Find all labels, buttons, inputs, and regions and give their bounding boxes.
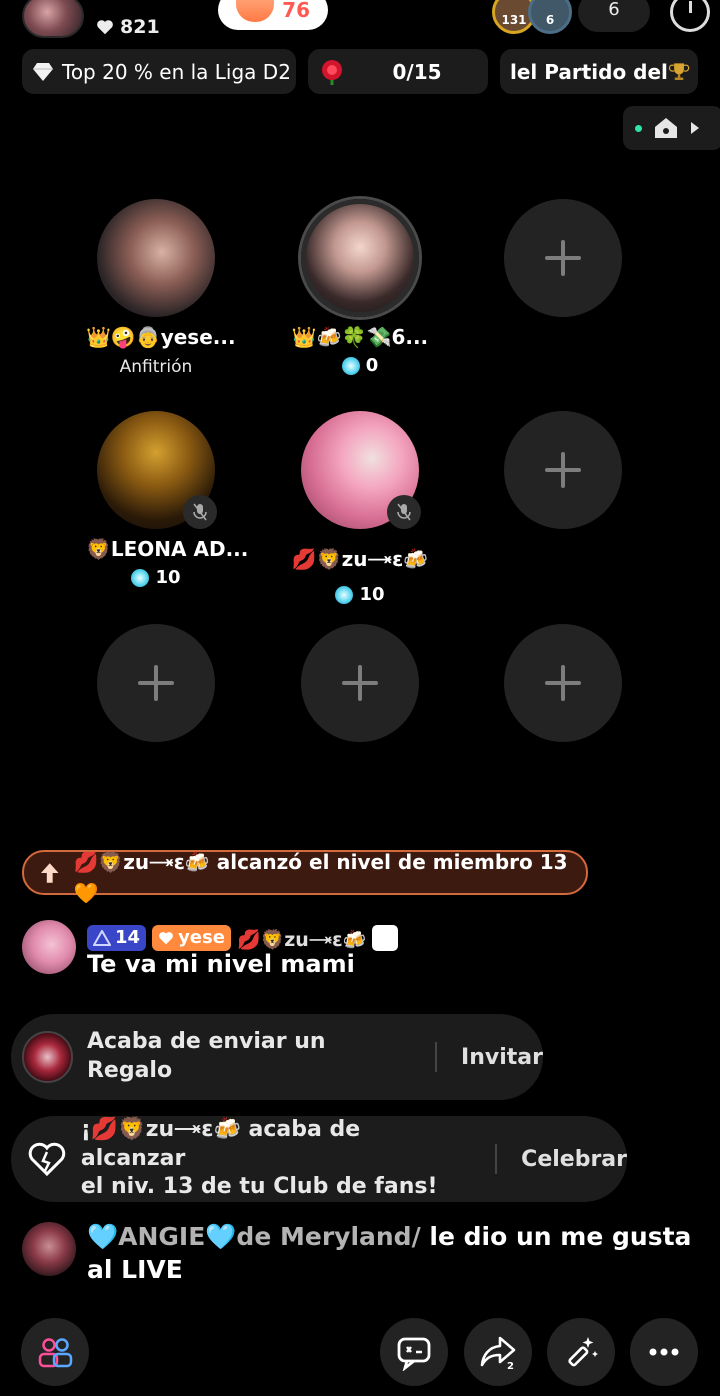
- rose-icon: [322, 59, 342, 85]
- share-arrow-icon: 2: [480, 1336, 516, 1371]
- gem-icon: [131, 568, 150, 587]
- gift-notification: Acaba de enviar un Regalo Invitar: [11, 1014, 543, 1100]
- play-arrow-icon[interactable]: [690, 121, 700, 135]
- empty-seat[interactable]: [504, 411, 622, 529]
- viewer-count[interactable]: 6: [578, 0, 650, 32]
- home-icon[interactable]: [654, 117, 678, 139]
- seat-name: 👑🤪👵yese...: [86, 325, 236, 349]
- seat-empty[interactable]: [493, 624, 633, 742]
- heart-score: 76: [282, 0, 310, 22]
- power-icon[interactable]: [670, 0, 710, 32]
- live-room-screen: 821 76 131 6 6 Top 20 % en la Liga D2 0/…: [0, 0, 720, 1396]
- plus-icon: [545, 665, 581, 701]
- orange-heart-icon: [236, 0, 274, 22]
- invite-button[interactable]: Invitar: [461, 1045, 543, 1070]
- seat-gems: 10: [86, 567, 226, 588]
- gift-avatar: [22, 1031, 73, 1083]
- seat-name: 👑🍻🍀💸6...: [291, 325, 429, 349]
- seat-empty[interactable]: [290, 624, 430, 742]
- guests-button[interactable]: [21, 1318, 89, 1386]
- share-button[interactable]: 2: [464, 1318, 532, 1386]
- like-avatar[interactable]: [22, 1222, 76, 1276]
- viewer-avatar[interactable]: 6: [528, 0, 572, 34]
- seat-gems: 10: [290, 584, 430, 605]
- chat-bubble-icon: [397, 1337, 431, 1371]
- gift-text: Acaba de enviar un Regalo: [86, 1029, 326, 1083]
- seat-role: Anfitrión: [119, 357, 193, 377]
- host-avatar[interactable]: [22, 0, 84, 38]
- seat-name: 💋🦁zu🝐ɛ🍻: [291, 547, 429, 571]
- heart-score-pill[interactable]: 76: [218, 0, 328, 30]
- chat-avatar[interactable]: [22, 920, 76, 974]
- divider: [435, 1042, 438, 1072]
- like-username[interactable]: 🩵ANGIE🩵de Meryland/: [87, 1222, 421, 1251]
- level-up-banner: 💋🦁zu🝐ɛ🍻 alcanzó el nivel de miembro 13 🧡: [22, 850, 588, 905]
- seat-guest-1[interactable]: 👑🍻🍀💸6... 0: [290, 199, 430, 376]
- fan-club-text: ¡💋🦁zu🝐ɛ🍻 acaba de alcanzar el niv. 13 de…: [80, 1117, 438, 1200]
- guest-seat-avatar[interactable]: [97, 411, 217, 529]
- host-seat-avatar[interactable]: [97, 199, 215, 317]
- trophy-icon: [668, 62, 690, 80]
- seat-guest-2[interactable]: 🦁LEONA AD... 10: [86, 411, 249, 588]
- mic-muted-icon: [183, 495, 217, 529]
- more-button[interactable]: [630, 1318, 698, 1386]
- level-up-text: 💋🦁zu🝐ɛ🍻 alcanzó el nivel de miembro 13 🧡: [73, 850, 568, 905]
- people-icon: [38, 1338, 73, 1368]
- arrow-up-icon: [40, 862, 59, 883]
- empty-seat[interactable]: [504, 624, 622, 742]
- badge-row: Top 20 % en la Liga D2 0/15 lel Partido …: [22, 49, 698, 94]
- empty-seat[interactable]: [97, 624, 215, 742]
- diamond-icon: [33, 62, 53, 81]
- effects-button[interactable]: [547, 1318, 615, 1386]
- league-badge[interactable]: Top 20 % en la Liga D2: [22, 49, 296, 94]
- divider: [495, 1144, 498, 1174]
- heart-outline-icon: [28, 1142, 66, 1177]
- match-text: lel Partido del: [510, 59, 668, 84]
- fan-club-tag: yese: [152, 924, 231, 951]
- seat-guest-3[interactable]: 💋🦁zu🝐ɛ🍻 10: [290, 411, 430, 605]
- host-info[interactable]: 821: [22, 0, 160, 38]
- seat-empty[interactable]: [86, 624, 226, 742]
- seat-empty[interactable]: [493, 411, 633, 529]
- seat-gems: 0: [290, 355, 430, 376]
- match-badge[interactable]: lel Partido del: [500, 49, 698, 94]
- level-tag: 14: [87, 924, 147, 951]
- viewers-area[interactable]: 131 6 6: [492, 0, 710, 34]
- seat-host[interactable]: 👑🤪👵yese... Anfitrión: [86, 199, 236, 377]
- rose-goal-badge[interactable]: 0/15: [308, 49, 488, 94]
- plus-icon: [342, 665, 378, 701]
- group-icon: [372, 924, 399, 951]
- plus-icon: [545, 240, 581, 276]
- guest-seat-avatar[interactable]: [301, 199, 419, 317]
- plus-icon: [545, 452, 581, 488]
- gem-icon: [341, 356, 360, 375]
- guest-seat-avatar[interactable]: [301, 411, 421, 529]
- more-dots-icon: [649, 1348, 679, 1356]
- empty-seat[interactable]: [504, 199, 622, 317]
- league-text: Top 20 % en la Liga D2: [62, 59, 291, 84]
- plus-icon: [138, 665, 174, 701]
- celebrate-button[interactable]: Celebrar: [521, 1147, 627, 1172]
- level-icon: [93, 929, 111, 946]
- bottom-toolbar: 2: [0, 1318, 720, 1388]
- gem-icon: [335, 585, 354, 604]
- chat-text: Te va mi nivel mami: [87, 950, 355, 978]
- status-dot: [635, 124, 642, 132]
- seat-name: 🦁LEONA AD...: [86, 537, 249, 561]
- mic-muted-icon: [387, 495, 421, 529]
- share-count: 2: [507, 1361, 514, 1371]
- likes-count: 821: [120, 16, 160, 38]
- heart-icon: [97, 20, 113, 35]
- seat-empty[interactable]: [493, 199, 633, 317]
- comment-button[interactable]: [380, 1318, 448, 1386]
- magic-wand-icon: [568, 1337, 598, 1367]
- empty-seat[interactable]: [301, 624, 419, 742]
- rose-progress: 0/15: [392, 59, 442, 84]
- mini-controls[interactable]: [623, 106, 720, 150]
- like-text: 🩵ANGIE🩵de Meryland/ le dio un me gusta a…: [87, 1222, 692, 1284]
- fan-heart-icon: [159, 931, 173, 944]
- host-likes: 821: [96, 16, 160, 38]
- fan-club-notification: ¡💋🦁zu🝐ɛ🍻 acaba de alcanzar el niv. 13 de…: [11, 1116, 627, 1202]
